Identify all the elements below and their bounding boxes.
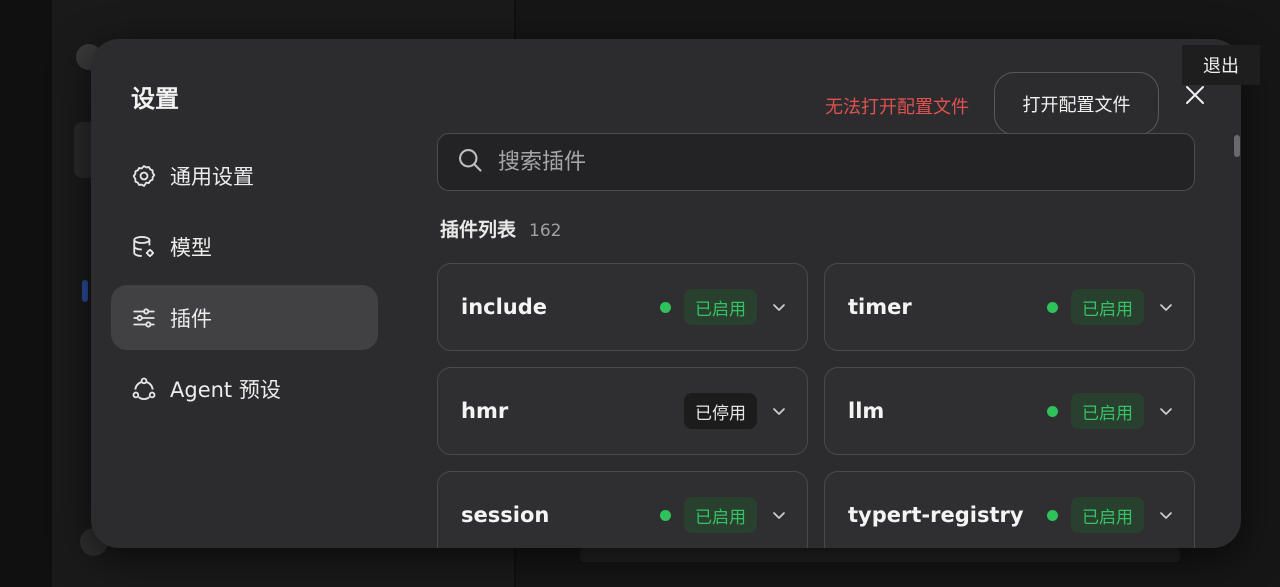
plugin-card-session[interactable]: session 已启用 xyxy=(437,471,808,548)
status-dot-icon xyxy=(660,509,671,521)
agent-nodes-icon xyxy=(131,376,157,402)
plugin-card-timer[interactable]: timer 已启用 xyxy=(824,263,1195,351)
open-config-button[interactable]: 打开配置文件 xyxy=(994,72,1159,135)
chevron-down-icon[interactable] xyxy=(1156,297,1176,317)
sliders-icon xyxy=(131,305,157,331)
plugin-name: llm xyxy=(848,399,885,423)
exit-tooltip: 退出 xyxy=(1182,45,1260,85)
background-indicator xyxy=(82,280,88,302)
plugin-list-title: 插件列表 xyxy=(440,219,517,241)
plugin-name: hmr xyxy=(461,399,509,423)
search-icon xyxy=(456,146,484,178)
status-dot-icon xyxy=(660,301,671,313)
config-error-text: 无法打开配置文件 xyxy=(825,97,969,118)
chevron-down-icon[interactable] xyxy=(1156,401,1176,421)
gear-icon xyxy=(131,163,157,189)
nav-item-models[interactable]: 模型 xyxy=(111,214,378,279)
plugin-count: 162 xyxy=(529,221,562,241)
dialog-title: 设置 xyxy=(131,85,179,113)
plugin-card-typert-registry[interactable]: typert-registry 已启用 xyxy=(824,471,1195,548)
status-dot-icon xyxy=(1047,405,1058,417)
nav-item-plugins[interactable]: 插件 xyxy=(111,285,378,350)
status-badge[interactable]: 已启用 xyxy=(684,497,757,533)
plugin-name: timer xyxy=(848,295,912,319)
plugin-search-box xyxy=(437,133,1195,191)
close-icon[interactable] xyxy=(1181,81,1209,109)
database-gear-icon xyxy=(131,234,157,260)
background-status-bar xyxy=(580,548,1180,562)
plugin-card-include[interactable]: include 已启用 xyxy=(437,263,808,351)
scrollbar-thumb[interactable] xyxy=(1234,135,1240,157)
plugin-card-hmr[interactable]: hmr 已停用 xyxy=(437,367,808,455)
nav-item-label: 通用设置 xyxy=(170,164,254,189)
nav-item-agent-presets[interactable]: Agent 预设 xyxy=(111,356,378,421)
plugin-name: typert-registry xyxy=(848,503,1024,527)
status-badge[interactable]: 已启用 xyxy=(684,289,757,325)
settings-nav: 通用设置 模型 插件 Agent 预设 xyxy=(111,143,378,427)
status-badge[interactable]: 已启用 xyxy=(1071,393,1144,429)
status-dot-icon xyxy=(1047,301,1058,313)
settings-dialog: 设置 通用设置 模型 插件 Agent 预设 无法打开配置文件 打开配置文件 搜… xyxy=(91,39,1241,548)
status-dot-icon xyxy=(1047,509,1058,521)
plugin-name: session xyxy=(461,503,550,527)
chevron-down-icon[interactable] xyxy=(1156,505,1176,525)
nav-item-general[interactable]: 通用设置 xyxy=(111,143,378,208)
status-badge[interactable]: 已停用 xyxy=(684,393,757,429)
nav-item-label: 插件 xyxy=(170,306,212,331)
status-badge[interactable]: 已启用 xyxy=(1071,497,1144,533)
chevron-down-icon[interactable] xyxy=(769,505,789,525)
chevron-down-icon[interactable] xyxy=(769,297,789,317)
chevron-down-icon[interactable] xyxy=(769,401,789,421)
nav-item-label: Agent 预设 xyxy=(170,377,281,402)
search-input[interactable] xyxy=(498,149,1138,175)
plugin-list-header: 插件列表 162 xyxy=(440,215,561,242)
status-badge[interactable]: 已启用 xyxy=(1071,289,1144,325)
plugin-card-llm[interactable]: llm 已启用 xyxy=(824,367,1195,455)
nav-item-label: 模型 xyxy=(170,235,212,260)
plugin-name: include xyxy=(461,295,548,319)
